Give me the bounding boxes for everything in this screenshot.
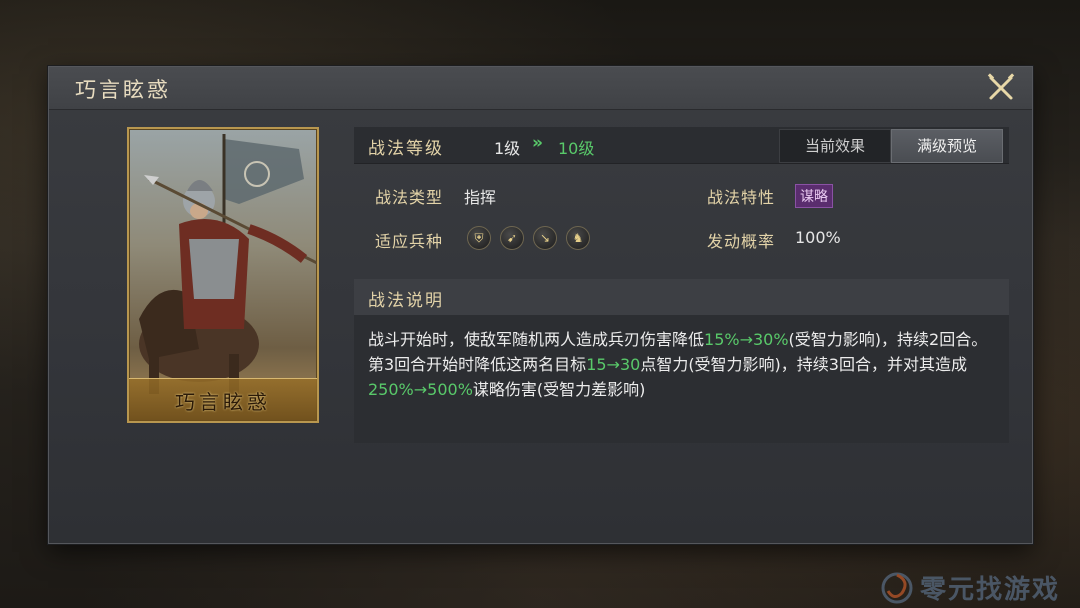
tactic-trait-label: 战法特性 <box>707 188 776 207</box>
tactic-type-label: 战法类型 <box>375 188 444 207</box>
tab-current-effect[interactable]: 当前效果 <box>779 129 891 163</box>
close-icon <box>987 73 1015 100</box>
desc-highlight: 15→30 <box>586 355 641 374</box>
watermark-text: 零元找游戏 <box>919 575 1060 605</box>
level-to: 10级 <box>558 139 595 158</box>
tactic-dialog: 巧言眩惑 巧言眩惑 战法等级 1级 » 10级 当前效果 满级预览 战法类型 指… <box>48 66 1033 544</box>
description-text: 战斗开始时，使敌军随机两人造成兵刃伤害降低15%→30%(受智力影响)，持续2回… <box>368 327 995 402</box>
description-header: 战法说明 <box>354 279 1009 315</box>
unit-type-icons: ⛨ ➹ ↘ ♞ <box>467 226 590 250</box>
dialog-header: 巧言眩惑 <box>49 67 1032 110</box>
description-title: 战法说明 <box>368 291 444 311</box>
desc-highlight: 250%→500% <box>368 380 473 399</box>
horse-icon: ♞ <box>566 226 590 250</box>
desc-segment: 谋略伤害(受智力差影响) <box>472 380 646 399</box>
trigger-rate-value: 100% <box>795 228 841 247</box>
unit-type-label: 适应兵种 <box>375 232 444 251</box>
tactic-portrait: 巧言眩惑 <box>127 127 319 423</box>
level-from: 1级 <box>494 139 521 158</box>
level-bar: 战法等级 1级 » 10级 当前效果 满级预览 <box>354 127 1009 164</box>
dialog-title: 巧言眩惑 <box>75 78 171 102</box>
effect-tabs: 当前效果 满级预览 <box>779 129 1003 163</box>
desc-highlight: 15%→30% <box>704 330 789 349</box>
description-body: 战斗开始时，使敌军随机两人造成兵刃伤害降低15%→30%(受智力影响)，持续2回… <box>354 315 1009 443</box>
trigger-rate-label: 发动概率 <box>707 232 776 251</box>
portrait-name: 巧言眩惑 <box>175 389 271 414</box>
desc-segment: 点智力(受智力影响)，持续3回合，并对其造成 <box>640 355 967 374</box>
desc-segment: 战斗开始时，使敌军随机两人造成兵刃伤害降低 <box>368 330 705 349</box>
shield-icon: ⛨ <box>467 226 491 250</box>
level-label: 战法等级 <box>368 139 444 159</box>
tab-max-level-preview[interactable]: 满级预览 <box>891 129 1003 163</box>
close-button[interactable] <box>986 73 1016 103</box>
tactic-trait-badge: 谋略 <box>795 184 833 208</box>
level-arrow-icon: » <box>532 133 543 153</box>
watermark-logo-icon <box>881 572 913 603</box>
watermark: 零元找游戏 <box>880 569 1060 606</box>
portrait-name-bar: 巧言眩惑 <box>129 378 317 421</box>
tactic-type-value: 指挥 <box>464 188 497 207</box>
bow-icon: ➹ <box>500 226 524 250</box>
spear-icon: ↘ <box>533 226 557 250</box>
